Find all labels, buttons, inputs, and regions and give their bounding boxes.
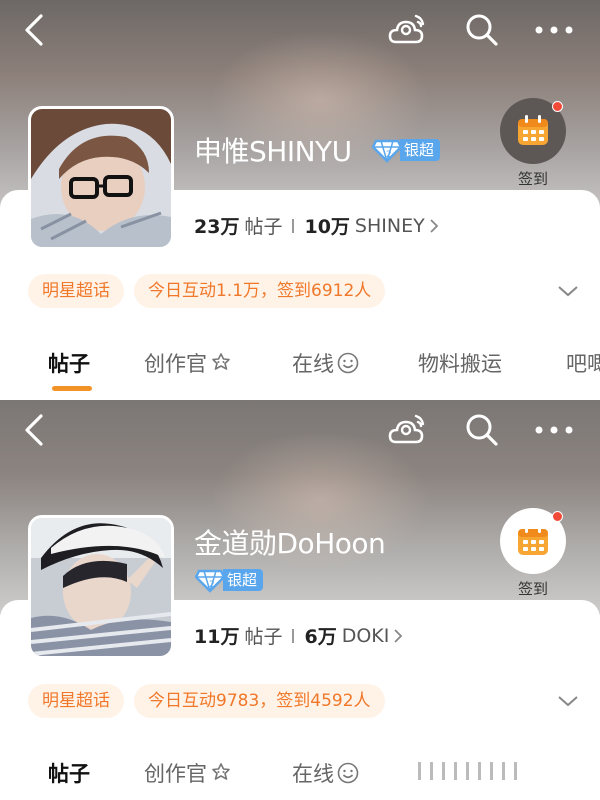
weather-cloud-icon (388, 414, 425, 444)
tab-label: 创作官 (144, 762, 207, 786)
chevron-right-icon (394, 628, 403, 643)
back-button[interactable] (14, 412, 54, 448)
rank-label: 银超 (400, 139, 441, 161)
rank-badge[interactable]: 2 银超 (372, 137, 441, 163)
supertopic-panel-shinyu: 申惟SHINYU 2 银超 签到 23万 帖子 10万 SHINEY 明星超话 … (0, 0, 600, 400)
search-icon (466, 14, 498, 46)
calendar-icon (518, 115, 548, 145)
notification-dot (552, 101, 563, 112)
gem-badge-icon: 2 (372, 139, 402, 163)
badge-flower-icon (212, 763, 230, 780)
tab-materials[interactable]: 物料搬运 (418, 348, 502, 378)
tab-creator[interactable]: 创作官 (144, 348, 233, 378)
tab-creator[interactable]: 创作官 (144, 758, 233, 788)
fans-label: DOKI (341, 624, 390, 647)
tab-label: 物料搬运 (418, 352, 502, 376)
chevron-right-icon (430, 218, 438, 233)
avatar[interactable] (28, 515, 174, 659)
weather-cloud-icon (388, 14, 425, 44)
tab-label: 在线 (292, 762, 334, 786)
chevron-down-icon[interactable] (556, 279, 580, 303)
tab-label: 吧唧 (566, 352, 600, 376)
tab-label: 在线 (292, 352, 334, 376)
checkin-label: 签到 (517, 170, 548, 188)
search-icon (466, 414, 498, 446)
badge-flower-icon (212, 353, 230, 370)
tag-daily-activity[interactable]: 今日互动9783，签到4592人 (134, 684, 385, 718)
posts-count: 11万 (194, 626, 240, 648)
more-options-button[interactable] (534, 12, 574, 48)
tag-daily-activity[interactable]: 今日互动1.1万，签到6912人 (134, 274, 386, 308)
back-arrow-icon (25, 414, 43, 446)
calendar-icon (518, 525, 548, 555)
search-button[interactable] (462, 412, 502, 448)
stats-divider (292, 218, 295, 233)
tab-online[interactable]: 在线 (292, 348, 360, 378)
tab-badges[interactable]: 吧唧 (566, 348, 600, 378)
tab-posts[interactable]: 帖子 (48, 758, 90, 788)
fans-count: 10万 (304, 216, 350, 238)
svg-text:2: 2 (386, 150, 392, 160)
topic-name: 申惟SHINYU (194, 135, 352, 168)
gem-badge-icon: 2 (195, 569, 225, 593)
weather-button[interactable] (388, 12, 428, 48)
fans-count: 6万 (304, 626, 337, 648)
checkin-label: 签到 (517, 580, 548, 598)
avatar[interactable] (28, 106, 174, 250)
notification-dot (552, 511, 563, 522)
back-button[interactable] (14, 12, 54, 48)
tag-row: 明星超话 今日互动9783，签到4592人 (28, 684, 385, 718)
tab-label: 帖子 (48, 762, 90, 786)
posts-count: 23万 (194, 216, 240, 238)
checkin-button[interactable]: 签到 (498, 98, 568, 189)
weather-button[interactable] (388, 412, 428, 448)
fans-label: SHINEY (354, 214, 425, 237)
search-button[interactable] (462, 12, 502, 48)
posts-label: 帖子 (244, 216, 283, 238)
tab-posts[interactable]: 帖子 (48, 348, 90, 378)
posts-label: 帖子 (244, 626, 283, 648)
tab-online[interactable]: 在线 (292, 758, 360, 788)
rank-badge[interactable]: 2 银超 (195, 567, 264, 593)
stats-divider (292, 628, 295, 643)
tag-star-topic[interactable]: 明星超话 (28, 684, 124, 718)
tab-label: 帖子 (48, 352, 90, 376)
avatar-photo (31, 518, 171, 656)
smiley-icon (337, 352, 359, 374)
tag-row: 明星超话 今日互动1.1万，签到6912人 (28, 274, 386, 308)
tab-label: 创作官 (144, 352, 207, 376)
active-tab-indicator (52, 386, 92, 391)
avatar-photo (31, 109, 171, 247)
supertopic-panel-dohoon: 金道勋DoHoon 2 银超 签到 11万 帖子 6万 DOKI 明星超话 今日… (0, 400, 600, 800)
more-options-button[interactable] (534, 412, 574, 448)
rank-label: 银超 (223, 569, 264, 591)
stats-row[interactable]: 11万 帖子 6万 DOKI (194, 622, 403, 649)
smiley-icon (337, 762, 359, 784)
svg-text:2: 2 (209, 580, 215, 590)
back-arrow-icon (25, 14, 43, 46)
stats-row[interactable]: 23万 帖子 10万 SHINEY (194, 212, 439, 239)
chevron-down-icon[interactable] (556, 689, 580, 713)
more-dots-icon (535, 426, 573, 434)
checkin-button[interactable]: 签到 (498, 508, 568, 599)
topic-name: 金道勋DoHoon (194, 527, 386, 560)
tab-overflow-partial (418, 762, 517, 780)
tag-star-topic[interactable]: 明星超话 (28, 274, 124, 308)
more-dots-icon (535, 26, 573, 34)
